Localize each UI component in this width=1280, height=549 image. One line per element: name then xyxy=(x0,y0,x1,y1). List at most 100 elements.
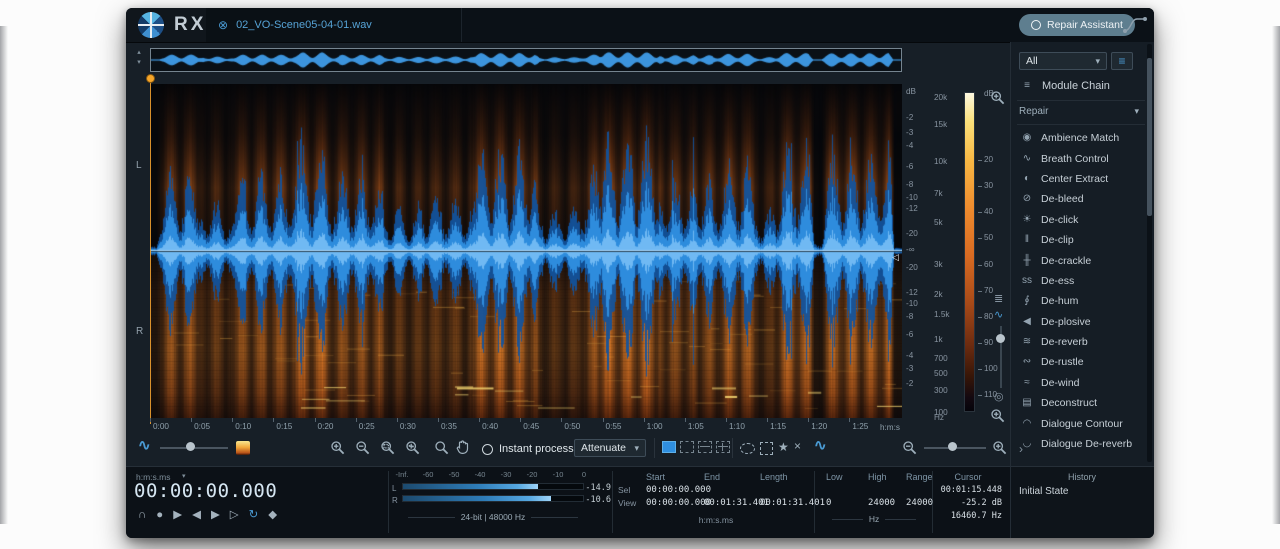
panel-scrollbar[interactable] xyxy=(1147,44,1152,462)
play-button[interactable]: ▶ xyxy=(173,510,182,522)
h-zoom-out-icon[interactable] xyxy=(902,440,918,456)
view-start[interactable]: 00:00:00.000 xyxy=(646,498,711,508)
time-selection-tool[interactable] xyxy=(662,441,676,453)
marker-button[interactable]: ◆ xyxy=(268,510,277,522)
module-item[interactable]: ∾ De-rustle xyxy=(1011,352,1147,372)
module-item[interactable]: ⊘ De-bleed xyxy=(1011,189,1147,209)
module-icon: ≈ xyxy=(1019,378,1035,388)
panel-collapse-icon[interactable]: › xyxy=(1019,442,1023,456)
clear-selection-icon[interactable]: × xyxy=(794,440,801,452)
module-item[interactable]: ☀ De-click xyxy=(1011,210,1147,230)
module-item[interactable]: ◉ Ambience Match xyxy=(1011,128,1147,148)
lasso-tool-icon[interactable] xyxy=(740,443,755,454)
module-item[interactable]: ∿ Breath Control xyxy=(1011,148,1147,168)
chevron-down-icon[interactable]: ▾ xyxy=(137,58,141,68)
tab-close-icon[interactable]: ⊗ xyxy=(218,19,228,31)
chevron-up-icon[interactable]: ▴ xyxy=(137,48,141,58)
module-item[interactable]: ∮ De-hum xyxy=(1011,291,1147,311)
reset-zoom-icon[interactable]: ◎ xyxy=(994,392,1004,403)
meter-value-R: -10.6 xyxy=(585,495,611,505)
h-zoom-slider[interactable] xyxy=(924,441,986,453)
monitor-button[interactable]: ∩ xyxy=(138,510,146,522)
vertical-zoom-slider[interactable] xyxy=(996,326,1006,388)
toolbar-divider xyxy=(732,438,733,458)
playhead-marker[interactable] xyxy=(146,74,155,83)
h-zoom-in-icon[interactable] xyxy=(992,440,1008,456)
module-icon: ╫ xyxy=(1019,256,1035,266)
zoom-selection-icon[interactable] xyxy=(380,440,396,456)
vertical-zoom-in-icon[interactable] xyxy=(990,90,1006,106)
view-length[interactable]: 00:01:31.401 xyxy=(760,498,825,508)
repair-group-header[interactable]: Repair ▾ xyxy=(1019,106,1139,117)
titlebar: RX ⊗ 02_VO-Scene05-04-01.wav Repair Assi… xyxy=(126,8,1154,43)
history-item[interactable]: Initial State xyxy=(1019,485,1150,498)
spectrogram-blend-icon[interactable] xyxy=(236,441,250,455)
file-end-marker: ◁ xyxy=(892,252,899,263)
module-panel: All ▾ ≡ ≡ Module Chain Repair ▾ ◉ Ambien… xyxy=(1010,42,1154,466)
freq-selection-tool[interactable] xyxy=(698,441,712,453)
module-icon: ◠ xyxy=(1019,419,1035,429)
signal-flow-icon[interactable] xyxy=(1122,15,1148,40)
module-label: De-reverb xyxy=(1041,336,1088,348)
overview-fit-control[interactable]: ▴ ▾ xyxy=(132,48,146,72)
module-item[interactable]: ◀ De-plosive xyxy=(1011,312,1147,332)
cursor-time: 00:01:15.448 xyxy=(926,485,1002,495)
scrollbar-thumb[interactable] xyxy=(1147,58,1152,216)
module-item[interactable]: ▤ Deconstruct xyxy=(1011,393,1147,413)
module-filter-dropdown[interactable]: All ▾ xyxy=(1019,52,1107,70)
brush-tool-icon[interactable] xyxy=(760,442,773,455)
module-icon: ☀ xyxy=(1019,215,1035,225)
zoom-tool-icon[interactable] xyxy=(434,440,450,456)
wave-spect-blend-slider[interactable] xyxy=(160,441,228,453)
chevron-down-icon: ▾ xyxy=(182,472,186,480)
time-freq-selection-tool[interactable] xyxy=(680,441,694,453)
vertical-zoom-in-bottom-icon[interactable] xyxy=(990,408,1006,424)
magic-wand-icon[interactable]: ★ xyxy=(778,441,789,453)
preview-waveform-icon[interactable]: ∿ xyxy=(814,438,827,453)
pan-tool-icon[interactable] xyxy=(456,439,470,460)
row-sel-label: Sel xyxy=(618,485,630,495)
zoom-fit-icon[interactable] xyxy=(405,440,421,456)
time-ruler[interactable]: h:m:s 0:000:050:100:150:200:250:300:350:… xyxy=(150,418,902,434)
module-item[interactable]: ≋ De-reverb xyxy=(1011,332,1147,352)
module-chain-icon: ≡ xyxy=(1019,81,1035,91)
repair-assistant-button[interactable]: Repair Assistant xyxy=(1019,14,1135,36)
spectrogram-settings-icon[interactable]: ≣ xyxy=(994,294,1003,305)
sel-start[interactable]: 00:00:00.000 xyxy=(646,485,711,495)
module-icon: ‖ xyxy=(1019,235,1035,245)
spectrogram-display[interactable] xyxy=(150,84,902,418)
module-item[interactable]: ≈ De-wind xyxy=(1011,373,1147,393)
module-item[interactable]: ‖ De-clip xyxy=(1011,230,1147,250)
module-label: Deconstruct xyxy=(1041,397,1097,409)
rx-logo-icon xyxy=(138,12,164,38)
col-high: High xyxy=(868,472,887,482)
record-button[interactable]: ● xyxy=(156,510,163,522)
zoom-out-icon[interactable] xyxy=(355,440,371,456)
free-selection-tool[interactable] xyxy=(716,441,730,453)
go-end-button[interactable]: ▶ xyxy=(211,510,220,522)
instant-process-radio[interactable] xyxy=(482,444,493,455)
zoom-in-icon[interactable] xyxy=(330,440,346,456)
module-icon: ▤ xyxy=(1019,398,1035,408)
go-start-button[interactable]: ◀ xyxy=(192,510,201,522)
loop-button[interactable]: ↻ xyxy=(249,510,259,522)
module-item[interactable]: ss De-ess xyxy=(1011,271,1147,291)
module-item[interactable]: ╫ De-crackle xyxy=(1011,250,1147,270)
play-selection-button[interactable]: ▷ xyxy=(230,510,239,522)
module-item[interactable]: ◠ Dialogue Contour xyxy=(1011,413,1147,433)
list-view-button[interactable]: ≡ xyxy=(1111,52,1133,70)
freq-low[interactable]: 0 xyxy=(826,498,831,508)
waveform-blend-icon[interactable]: ∿ xyxy=(138,438,151,453)
module-item[interactable]: ◐ Center Extract xyxy=(1011,169,1147,189)
file-tab[interactable]: ⊗ 02_VO-Scene05-04-01.wav xyxy=(206,8,462,42)
module-chain-item[interactable]: ≡ Module Chain xyxy=(1019,80,1110,92)
meter-scale: -Inf.-60-50-40-30-20-100 xyxy=(388,471,612,481)
process-mode-dropdown[interactable]: Attenuate ▾ xyxy=(574,439,646,457)
module-item[interactable]: ◡ Dialogue De-reverb xyxy=(1011,434,1147,454)
waveform-scale-icon[interactable]: ∿ xyxy=(994,310,1003,321)
row-view-label: View xyxy=(618,498,636,508)
freq-high[interactable]: 24000 xyxy=(868,498,895,508)
overview-waveform[interactable] xyxy=(150,48,902,72)
module-icon: ss xyxy=(1019,276,1035,286)
playhead-line[interactable] xyxy=(150,78,151,424)
